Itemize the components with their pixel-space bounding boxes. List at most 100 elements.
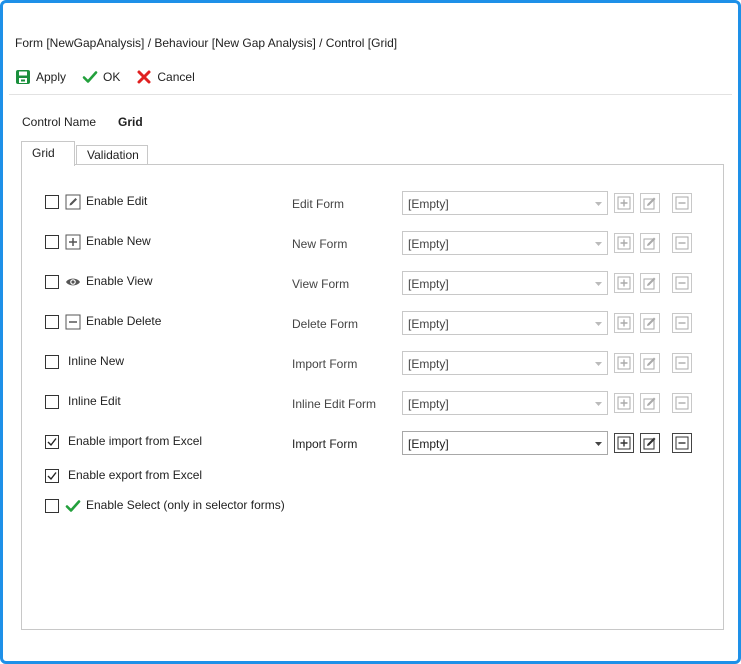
new-form-select[interactable]: [Empty]	[402, 231, 608, 255]
inline-edit-label: Inline Edit	[68, 394, 121, 408]
minus-box-icon	[675, 396, 689, 410]
inline-edit-form-remove-button[interactable]	[672, 393, 692, 413]
view-form-select[interactable]: [Empty]	[402, 271, 608, 295]
close-icon	[137, 70, 151, 84]
enable-export-excel-checkbox[interactable]	[45, 469, 59, 483]
inline-new-form-edit-button[interactable]	[640, 353, 660, 373]
ok-button[interactable]: OK	[82, 69, 120, 85]
import-form-edit-button[interactable]	[640, 433, 660, 453]
enable-new-label: Enable New	[86, 234, 151, 248]
inline-edit-form-edit-button[interactable]	[640, 393, 660, 413]
minus-box-icon	[675, 196, 689, 210]
enable-export-excel-label: Enable export from Excel	[68, 468, 203, 482]
inline-edit-checkbox[interactable]	[45, 395, 59, 409]
inline-new-label: Inline New	[68, 354, 125, 368]
enable-select-checkbox[interactable]	[45, 499, 59, 513]
view-form-add-button[interactable]	[614, 273, 634, 293]
eye-icon	[66, 278, 80, 286]
plus-box-icon	[617, 196, 631, 210]
option-row-inline-new: Inline New Import Form [Empty]	[22, 351, 723, 375]
inline-edit-form-select[interactable]: [Empty]	[402, 391, 608, 415]
enable-new-checkbox[interactable]	[45, 235, 59, 249]
delete-form-edit-button[interactable]	[640, 313, 660, 333]
edit-form-label: Edit Form	[292, 197, 345, 211]
view-form-value: [Empty]	[408, 277, 449, 291]
inline-new-form-label: Import Form	[292, 357, 358, 371]
option-row-inline-edit: Inline Edit Inline Edit Form [Empty]	[22, 391, 723, 415]
plus-box-icon	[617, 236, 631, 250]
inline-edit-form-add-button[interactable]	[614, 393, 634, 413]
minus-box-icon	[675, 316, 689, 330]
option-row-enable-import-excel: Enable import from Excel Import Form [Em…	[22, 431, 723, 455]
enable-select-label: Enable Select (only in selector forms)	[86, 498, 285, 512]
view-form-edit-button[interactable]	[640, 273, 660, 293]
delete-form-remove-button[interactable]	[672, 313, 692, 333]
inline-new-form-value: [Empty]	[408, 357, 449, 371]
checkmark-icon	[47, 438, 57, 447]
edit-icon	[643, 357, 656, 370]
apply-label: Apply	[36, 70, 67, 84]
view-form-label: View Form	[292, 277, 350, 291]
delete-form-select[interactable]: [Empty]	[402, 311, 608, 335]
control-name-label: Control Name	[22, 115, 97, 129]
tab-grid[interactable]: Grid	[21, 141, 75, 166]
inline-new-form-remove-button[interactable]	[672, 353, 692, 373]
import-form-label: Import Form	[292, 437, 358, 451]
enable-import-excel-checkbox[interactable]	[45, 435, 59, 449]
chevron-down-icon	[595, 322, 602, 326]
inline-new-form-select[interactable]: [Empty]	[402, 351, 608, 375]
edit-form-edit-button[interactable]	[640, 193, 660, 213]
toolbar: Apply OK Cancel	[15, 66, 211, 88]
edit-form-value: [Empty]	[408, 197, 449, 211]
plus-box-icon	[65, 234, 81, 250]
import-form-value: [Empty]	[408, 437, 449, 451]
edit-form-add-button[interactable]	[614, 193, 634, 213]
option-row-enable-view: Enable View View Form [Empty]	[22, 271, 723, 295]
edit-form-select[interactable]: [Empty]	[402, 191, 608, 215]
edit-icon	[643, 437, 656, 450]
cancel-button[interactable]: Cancel	[136, 69, 195, 85]
ok-label: OK	[103, 70, 121, 84]
enable-delete-label: Enable Delete	[86, 314, 162, 328]
enable-delete-checkbox[interactable]	[45, 315, 59, 329]
option-row-enable-new: Enable New New Form [Empty]	[22, 231, 723, 255]
chevron-down-icon	[595, 402, 602, 406]
save-icon	[16, 70, 30, 84]
inline-new-checkbox[interactable]	[45, 355, 59, 369]
control-name-value: Grid	[118, 115, 143, 129]
chevron-down-icon	[595, 242, 602, 246]
import-form-add-button[interactable]	[614, 433, 634, 453]
minus-box-icon	[675, 236, 689, 250]
enable-view-label: Enable View	[86, 274, 153, 288]
option-row-enable-select: Enable Select (only in selector forms)	[22, 495, 723, 517]
option-row-enable-export-excel: Enable export from Excel	[22, 465, 723, 487]
window-title: Form [NewGapAnalysis] / Behaviour [New G…	[15, 36, 398, 50]
plus-box-icon	[617, 396, 631, 410]
checkmark-icon	[82, 71, 98, 83]
apply-button[interactable]: Apply	[15, 69, 66, 85]
minus-box-icon	[675, 436, 689, 450]
new-form-add-button[interactable]	[614, 233, 634, 253]
new-form-remove-button[interactable]	[672, 233, 692, 253]
edit-icon	[643, 317, 656, 330]
plus-box-icon	[617, 356, 631, 370]
edit-form-remove-button[interactable]	[672, 193, 692, 213]
new-form-edit-button[interactable]	[640, 233, 660, 253]
delete-form-add-button[interactable]	[614, 313, 634, 333]
enable-import-excel-label: Enable import from Excel	[68, 434, 203, 448]
inline-edit-form-label: Inline Edit Form	[292, 397, 377, 411]
toolbar-divider	[9, 94, 732, 95]
enable-view-checkbox[interactable]	[45, 275, 59, 289]
import-form-select[interactable]: [Empty]	[402, 431, 608, 455]
chevron-down-icon	[595, 202, 602, 206]
inline-new-form-add-button[interactable]	[614, 353, 634, 373]
chevron-down-icon	[595, 362, 602, 366]
edit-icon	[643, 277, 656, 290]
import-form-remove-button[interactable]	[672, 433, 692, 453]
enable-edit-checkbox[interactable]	[45, 195, 59, 209]
delete-form-label: Delete Form	[292, 317, 359, 331]
plus-box-icon	[617, 316, 631, 330]
edit-icon	[643, 197, 656, 210]
tab-validation[interactable]: Validation	[76, 145, 148, 165]
view-form-remove-button[interactable]	[672, 273, 692, 293]
